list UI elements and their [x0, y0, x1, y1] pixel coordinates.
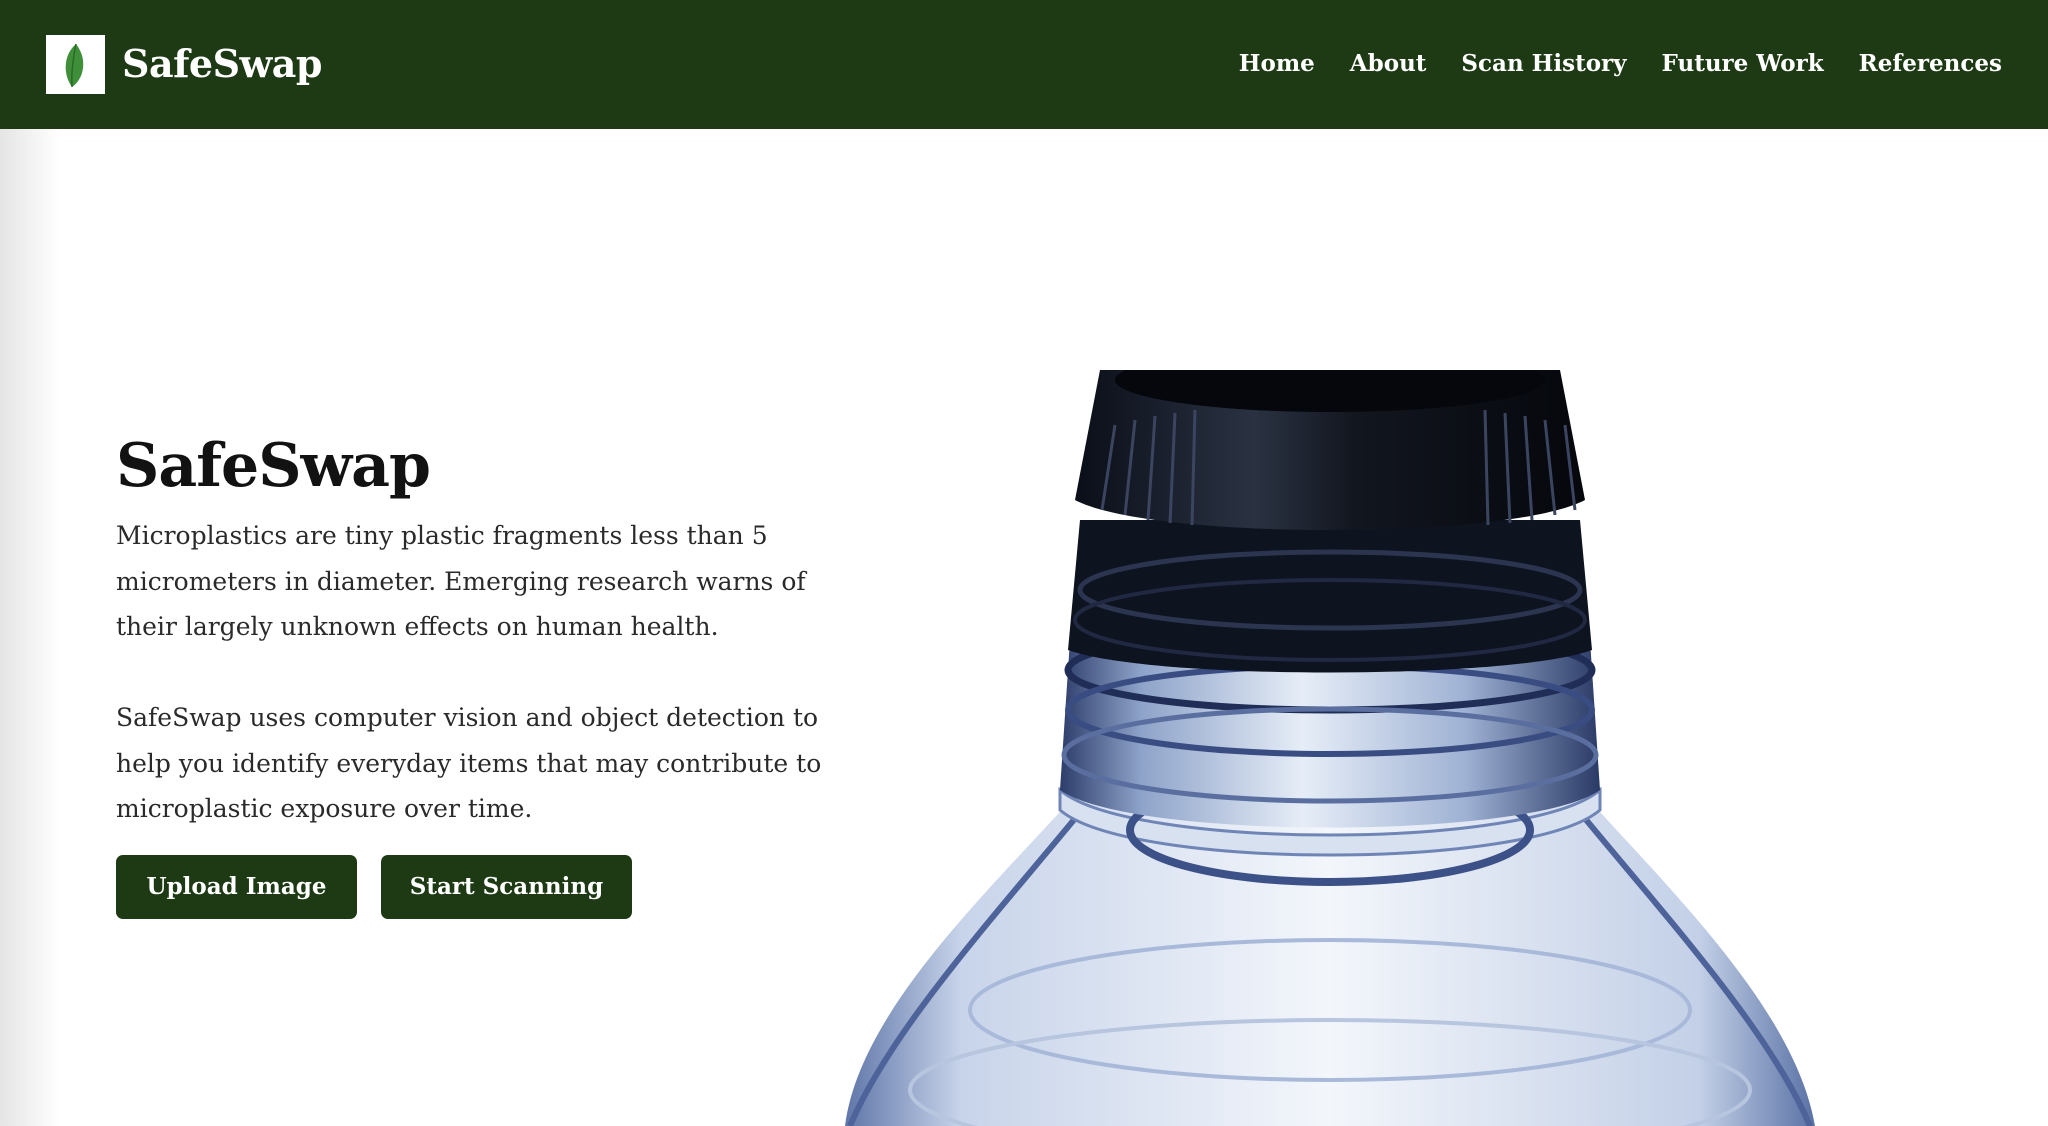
nav-links: Home About Scan History Future Work Refe…: [1239, 44, 2002, 84]
hero-description-paragraph: SafeSwap uses computer vision and object…: [116, 703, 822, 823]
start-scanning-button[interactable]: Start Scanning: [381, 855, 632, 919]
upload-image-button[interactable]: Upload Image: [116, 855, 357, 919]
navbar: SafeSwap Home About Scan History Future …: [0, 0, 2048, 129]
leaf-icon: [65, 43, 84, 88]
page: SafeSwap Home About Scan History Future …: [0, 0, 2048, 1126]
edge-shadow: [0, 129, 60, 1126]
hero-title: SafeSwap: [116, 431, 431, 501]
nav-link-scan-history[interactable]: Scan History: [1461, 44, 1626, 84]
bottle-image: [845, 370, 1815, 1126]
nav-link-about[interactable]: About: [1350, 44, 1427, 84]
brand-name[interactable]: SafeSwap: [122, 36, 322, 92]
nav-link-home[interactable]: Home: [1239, 44, 1315, 84]
hero-intro-paragraph: Microplastics are tiny plastic fragments…: [116, 521, 806, 641]
nav-link-future-work[interactable]: Future Work: [1662, 44, 1824, 84]
logo[interactable]: [46, 35, 105, 94]
nav-link-references[interactable]: References: [1859, 44, 2002, 84]
